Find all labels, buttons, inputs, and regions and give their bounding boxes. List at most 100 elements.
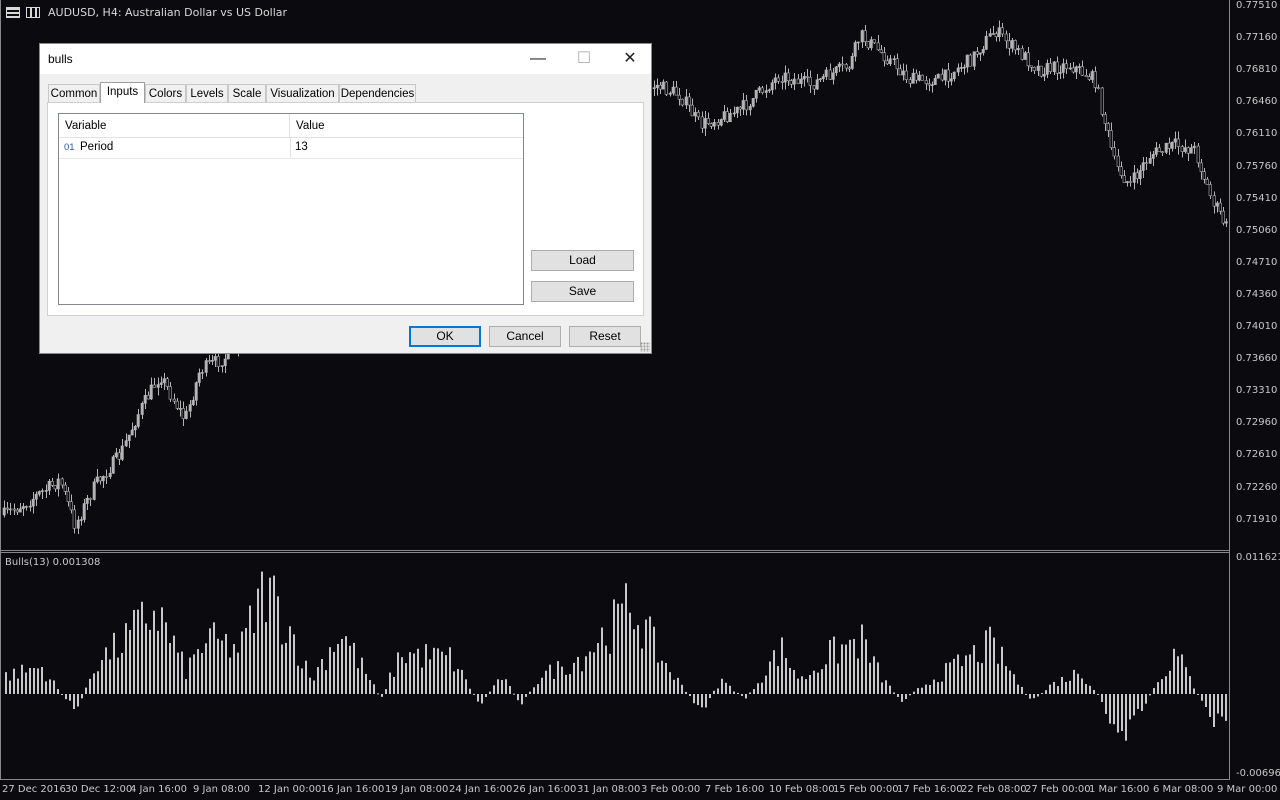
candle-body	[674, 86, 678, 96]
tab-inputs[interactable]: Inputs	[100, 82, 145, 103]
histogram-bar	[929, 685, 931, 694]
variable-name: Period	[80, 141, 114, 153]
histogram-bar	[1181, 654, 1183, 694]
candle-body	[1173, 138, 1177, 143]
histogram-bar	[557, 661, 559, 694]
candle-body	[1212, 195, 1216, 207]
candle-body	[741, 100, 745, 110]
histogram-bar	[569, 674, 571, 694]
candle-body	[104, 476, 108, 478]
candle-body	[866, 41, 870, 49]
resize-grip-icon[interactable]	[640, 342, 650, 352]
histogram-bar	[809, 675, 811, 694]
histogram-bar	[385, 689, 387, 694]
histogram-bar	[857, 658, 859, 694]
date-tick-label: 27 Dec 2016	[2, 784, 66, 795]
histogram-bar	[665, 663, 667, 694]
reset-button[interactable]: Reset	[569, 326, 641, 347]
variable-value[interactable]: 13	[290, 137, 523, 158]
histogram-bar	[29, 667, 31, 694]
candle-body	[658, 84, 662, 90]
histogram-bar	[561, 666, 563, 694]
histogram-bar	[1145, 694, 1147, 704]
histogram-bar	[829, 640, 831, 694]
tab-scale[interactable]: Scale	[228, 84, 266, 102]
histogram-bar	[365, 673, 367, 694]
load-button[interactable]: Load	[531, 250, 634, 271]
column-header-variable[interactable]: Variable	[59, 114, 290, 137]
candle-body	[72, 509, 76, 529]
histogram-bar	[445, 655, 447, 694]
histogram-bar	[257, 588, 259, 694]
candle-body	[1160, 151, 1164, 153]
histogram-bar	[349, 645, 351, 694]
candle-body	[856, 41, 860, 44]
candle-body	[936, 73, 940, 79]
candle-body	[818, 78, 822, 81]
candle-body	[997, 27, 1001, 38]
candle-body	[76, 519, 80, 529]
chart-header-icons	[6, 7, 40, 18]
candle-body	[92, 481, 96, 500]
histogram-bar	[573, 662, 575, 694]
histogram-bar	[1057, 686, 1059, 694]
table-row[interactable]: 01 Period 13	[59, 137, 523, 159]
histogram-bar	[217, 638, 219, 694]
candle-body	[200, 372, 204, 374]
candle-body	[882, 52, 886, 62]
cancel-button[interactable]: Cancel	[489, 326, 561, 347]
candle-body	[60, 478, 64, 486]
maximize-button[interactable]: ☐	[561, 44, 607, 74]
one-click-trading-icon[interactable]	[26, 7, 40, 18]
close-button[interactable]: ✕	[607, 44, 653, 74]
histogram-bar	[121, 652, 123, 694]
histogram-bar	[189, 657, 191, 694]
histogram-bar	[733, 691, 735, 694]
histogram-bar	[593, 652, 595, 694]
histogram-bar	[1213, 694, 1215, 728]
histogram-bar	[337, 643, 339, 694]
histogram-bar	[1141, 694, 1143, 712]
candle-body	[111, 456, 115, 474]
price-tick-label: 0.77510	[1236, 0, 1278, 11]
candle-body	[760, 87, 764, 93]
candle-body	[911, 72, 915, 84]
histogram-bar	[305, 660, 307, 694]
candle-body	[12, 508, 16, 511]
histogram-bar	[433, 647, 435, 694]
histogram-bar	[297, 665, 299, 694]
histogram-bar	[37, 668, 39, 694]
tab-dependencies[interactable]: Dependencies	[339, 84, 416, 102]
save-button[interactable]: Save	[531, 281, 634, 302]
histogram-bar	[129, 629, 131, 694]
tab-visualization[interactable]: Visualization	[266, 84, 339, 102]
date-tick-label: 12 Jan 00:00	[258, 784, 322, 795]
candle-body	[968, 54, 972, 67]
histogram-bar	[233, 644, 235, 694]
candle-body	[988, 33, 992, 37]
candle-body	[1116, 155, 1120, 167]
histogram-bar	[933, 679, 935, 694]
ok-button[interactable]: OK	[409, 326, 481, 347]
candle-body	[1164, 142, 1168, 153]
candle-body	[933, 77, 937, 85]
minimize-button[interactable]: —	[515, 44, 561, 74]
candle-body	[156, 384, 160, 388]
chart-menu-icon[interactable]	[6, 7, 20, 18]
column-header-value[interactable]: Value	[290, 114, 523, 137]
candle-body	[1039, 65, 1043, 77]
tab-common[interactable]: Common	[48, 84, 100, 102]
integer-type-icon: 01	[64, 142, 75, 153]
candle-body	[2, 507, 6, 516]
histogram-bar	[649, 616, 651, 694]
tab-colors[interactable]: Colors	[145, 84, 186, 102]
histogram-bar	[725, 682, 727, 694]
histogram-bar	[421, 667, 423, 694]
tab-levels[interactable]: Levels	[186, 84, 228, 102]
dialog-titlebar[interactable]: bulls — ☐ ✕	[40, 44, 651, 74]
histogram-bar	[1189, 676, 1191, 694]
histogram-bar	[333, 651, 335, 694]
candle-body	[904, 70, 908, 81]
candle-body	[28, 505, 32, 508]
histogram-bar	[501, 680, 503, 694]
